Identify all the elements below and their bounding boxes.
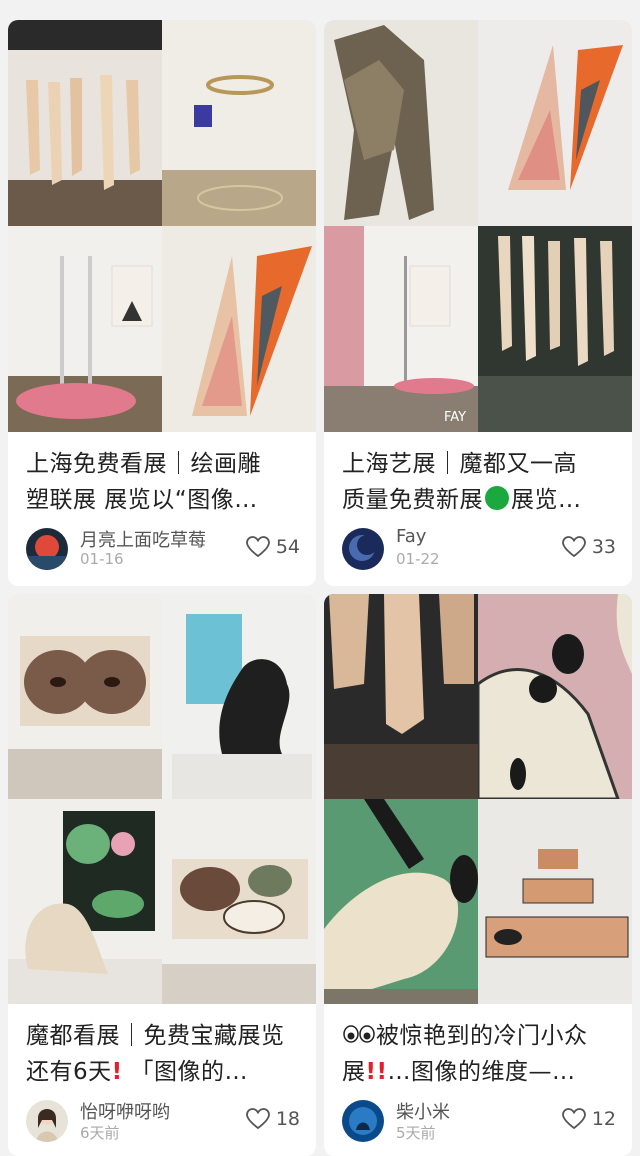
note-title[interactable]: 上海免费看展｜绘画雕 塑联展 展览以“图像… — [8, 432, 316, 518]
title-line: 魔都看展｜免费宝藏展览 — [26, 1023, 285, 1049]
title-line: 上海艺展｜魔都又一高 — [342, 451, 577, 477]
like-button[interactable]: 18 — [245, 1108, 300, 1130]
girl-portrait-avatar[interactable] — [26, 1100, 68, 1142]
title-line: 塑联展 展览以“图像… — [26, 487, 258, 513]
like-button[interactable]: 33 — [561, 536, 616, 558]
cover-image-grid[interactable] — [8, 20, 316, 432]
photo-figure-painting — [324, 20, 478, 226]
green-circle-emoji-icon — [485, 486, 509, 510]
photo-black-sculpture — [162, 594, 316, 799]
title-line: 上海免费看展｜绘画雕 — [26, 451, 261, 477]
fay-watermark: FAY — [444, 410, 466, 425]
note-card[interactable]: 魔都看展｜免费宝藏展览 还有6天! 「图像的… 怡呀咿呀哟 6天前 18 — [8, 594, 316, 1156]
photo-sculpture-pink-pool — [8, 226, 162, 432]
title-line: 展!!…图像的维度—… — [342, 1059, 576, 1085]
blue-water-avatar[interactable] — [342, 1100, 384, 1142]
eyes-emoji-icon — [343, 1025, 375, 1043]
like-count: 33 — [591, 536, 616, 558]
title-line: 被惊艳到的冷门小众 — [342, 1018, 614, 1054]
note-meta: Fay 01-22 33 — [324, 518, 632, 572]
note-card[interactable]: 上海免费看展｜绘画雕 塑联展 展览以“图像… 月亮上面吃草莓 01-16 54 — [8, 20, 316, 586]
photo-lotus-painting — [8, 799, 162, 1004]
photo-gallery-ring — [162, 20, 316, 226]
note-meta: 月亮上面吃草莓 01-16 54 — [8, 518, 316, 572]
like-button[interactable]: 12 — [561, 1108, 616, 1130]
cover-image-grid[interactable] — [324, 594, 632, 1004]
like-count: 18 — [275, 1108, 300, 1130]
title-line: 还有6天! 「图像的… — [26, 1059, 248, 1085]
post-date: 01-22 — [396, 550, 440, 568]
like-count: 54 — [275, 536, 300, 558]
cover-image-grid[interactable]: FAY — [324, 20, 632, 432]
double-exclamation-icon: !! — [365, 1059, 388, 1085]
red-exclamation-icon: ! — [111, 1059, 123, 1085]
author-name[interactable]: 怡呀咿呀哟 — [80, 1098, 170, 1124]
photo-green-abstract-painting — [324, 799, 478, 1004]
photo-hanging-stockings-dark — [478, 226, 632, 432]
note-title[interactable]: 魔都看展｜免费宝藏展览 还有6天! 「图像的… — [8, 1004, 316, 1090]
note-meta: 怡呀咿呀哟 6天前 18 — [8, 1090, 316, 1144]
author-name[interactable]: 月亮上面吃草莓 — [80, 526, 206, 552]
photo-hanging-stockings — [8, 20, 162, 226]
heart-icon — [245, 1108, 270, 1130]
photo-abstract-shapes-painting — [162, 799, 316, 1004]
post-date: 6天前 — [80, 1124, 120, 1142]
author-name[interactable]: Fay — [396, 526, 426, 547]
post-date: 01-16 — [80, 550, 124, 568]
note-title[interactable]: 上海艺展｜魔都又一高 质量免费新展 展览… — [324, 432, 632, 518]
photo-triangle-painting-alt — [478, 20, 632, 226]
photo-sculpture-corridor: FAY — [324, 226, 478, 432]
heart-icon — [245, 536, 270, 558]
photo-finger-sculpture — [478, 799, 632, 1004]
photo-triangle-painting — [162, 226, 316, 432]
note-card[interactable]: 被惊艳到的冷门小众 展!!…图像的维度—… 柴小米 5天前 12 — [324, 594, 632, 1156]
note-meta: 柴小米 5天前 12 — [324, 1090, 632, 1144]
blue-moon-avatar[interactable] — [342, 528, 384, 570]
cover-image-grid[interactable] — [8, 594, 316, 1004]
photo-figure-eight-painting — [8, 594, 162, 799]
author-name[interactable]: 柴小米 — [396, 1098, 450, 1124]
heart-icon — [561, 536, 586, 558]
note-title[interactable]: 被惊艳到的冷门小众 展!!…图像的维度—… — [324, 1004, 632, 1090]
note-card[interactable]: FAY 上海艺展｜魔都又一高 质量免费新展 展览… Fay 01-22 33 — [324, 20, 632, 586]
post-date: 5天前 — [396, 1124, 436, 1142]
photo-pink-abstract-painting — [478, 594, 632, 799]
heart-icon — [561, 1108, 586, 1130]
photo-stocking-sculpture-closeup — [324, 594, 478, 799]
like-count: 12 — [591, 1108, 616, 1130]
like-button[interactable]: 54 — [245, 536, 300, 558]
red-orb-avatar[interactable] — [26, 528, 68, 570]
title-line: 质量免费新展 展览… — [342, 486, 582, 513]
